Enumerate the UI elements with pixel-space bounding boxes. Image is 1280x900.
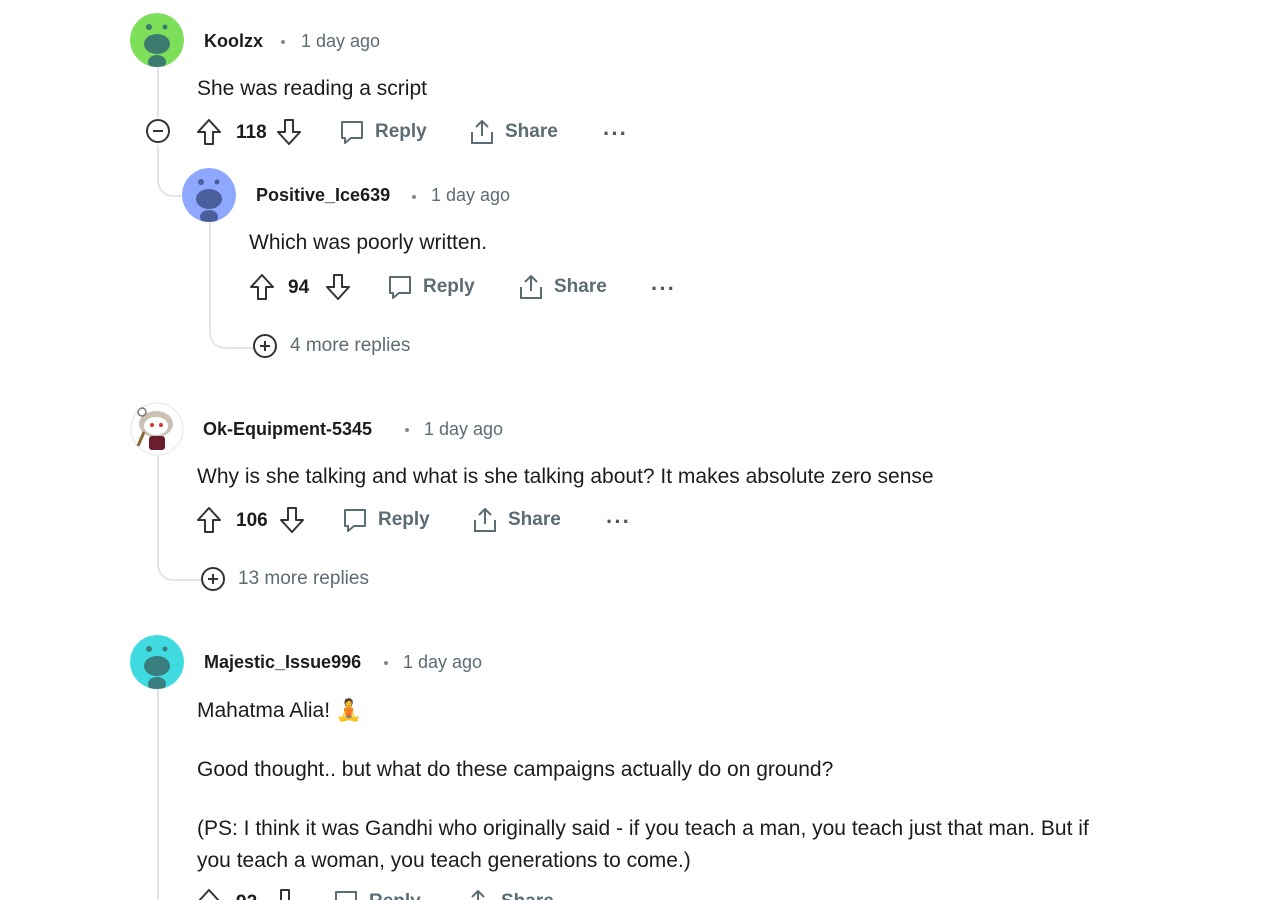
comment-body-line: (PS: I think it was Gandhi who originall…	[197, 817, 1089, 840]
separator-dot	[281, 40, 285, 44]
comment-body: She was reading a script	[197, 77, 427, 100]
reply-button[interactable]: Reply	[342, 507, 430, 533]
separator-dot	[405, 428, 409, 432]
thread-line-branch	[157, 145, 185, 197]
downvote-icon	[277, 119, 301, 145]
share-icon	[474, 508, 496, 532]
comment-thread: Koolzx 1 day ago She was reading a scrip…	[0, 0, 1280, 900]
vote-score: 94	[288, 277, 310, 298]
upvote-button[interactable]	[196, 506, 222, 539]
reply-button[interactable]: Reply	[333, 889, 421, 900]
more-options-button[interactable]: ···	[606, 511, 631, 533]
chat-bubble-icon	[341, 121, 363, 144]
vote-score: 92	[236, 892, 257, 900]
reply-label: Reply	[369, 891, 421, 900]
more-replies-button[interactable]: 4 more replies	[252, 333, 410, 359]
share-label: Share	[505, 121, 558, 142]
chat-bubble-icon	[389, 276, 411, 299]
timestamp[interactable]: 1 day ago	[301, 31, 380, 52]
more-replies-label: 13 more replies	[238, 568, 369, 589]
username[interactable]: Koolzx	[204, 31, 263, 52]
share-button[interactable]: Share	[518, 273, 607, 301]
avatar[interactable]	[182, 168, 236, 222]
downvote-button[interactable]	[279, 506, 305, 539]
downvote-button[interactable]	[276, 118, 302, 151]
reply-label: Reply	[378, 509, 430, 530]
timestamp[interactable]: 1 day ago	[403, 652, 482, 673]
share-label: Share	[501, 891, 554, 900]
downvote-icon	[280, 507, 304, 533]
thread-line	[157, 688, 159, 900]
upvote-button[interactable]	[196, 118, 222, 151]
downvote-button[interactable]	[325, 273, 351, 306]
share-label: Share	[508, 509, 561, 530]
more-options-button[interactable]: ···	[603, 123, 628, 145]
vote-score: 106	[236, 510, 268, 531]
avatar[interactable]	[130, 402, 184, 456]
more-replies-label: 4 more replies	[290, 335, 411, 356]
share-icon	[520, 275, 542, 299]
upvote-icon	[198, 889, 220, 900]
minus-circle-icon	[146, 119, 170, 143]
vote-score: 118	[236, 122, 267, 143]
timestamp[interactable]: 1 day ago	[424, 419, 503, 440]
plus-circle-icon	[201, 567, 225, 591]
reply-label: Reply	[423, 276, 475, 297]
comment-body-line: Mahatma Alia! 🧘	[197, 699, 363, 722]
username[interactable]: Ok-Equipment-5345	[203, 419, 372, 440]
comment-body-line: you teach a woman, you teach generations…	[197, 849, 691, 872]
share-button[interactable]: Share	[472, 506, 561, 534]
comment-body-line: Good thought.. but what do these campaig…	[197, 758, 834, 781]
comment-body: Why is she talking and what is she talki…	[197, 465, 934, 488]
separator-dot	[384, 661, 388, 665]
thread-line	[157, 66, 159, 118]
downvote-button[interactable]	[272, 888, 298, 900]
thread-line-branch	[209, 300, 253, 349]
share-button[interactable]: Share	[469, 118, 558, 146]
separator-dot	[412, 195, 416, 199]
plus-circle-icon	[253, 334, 277, 358]
reply-button[interactable]: Reply	[339, 119, 427, 145]
reply-label: Reply	[375, 121, 427, 142]
upvote-icon	[197, 507, 221, 533]
share-icon	[471, 890, 485, 900]
reply-button[interactable]: Reply	[387, 274, 475, 300]
avatar[interactable]	[130, 13, 184, 67]
username[interactable]: Positive_Ice639	[256, 185, 390, 206]
downvote-icon	[280, 889, 290, 900]
more-replies-button[interactable]: 13 more replies	[200, 566, 369, 592]
upvote-icon	[197, 119, 221, 145]
more-options-button[interactable]: ···	[651, 278, 676, 300]
comment-body: Which was poorly written.	[249, 231, 488, 254]
timestamp[interactable]: 1 day ago	[431, 185, 510, 206]
collapse-button[interactable]	[145, 118, 171, 149]
downvote-icon	[326, 274, 350, 300]
chat-bubble-icon	[344, 509, 366, 532]
thread-line-branch	[157, 545, 201, 581]
upvote-button[interactable]	[196, 888, 222, 900]
avatar[interactable]	[130, 635, 184, 689]
share-icon	[471, 120, 493, 144]
upvote-icon	[250, 274, 274, 300]
chat-bubble-icon	[335, 891, 357, 900]
share-label: Share	[554, 276, 607, 297]
upvote-button[interactable]	[249, 273, 275, 306]
username[interactable]: Majestic_Issue996	[204, 652, 361, 673]
share-button[interactable]: Share	[465, 888, 554, 900]
